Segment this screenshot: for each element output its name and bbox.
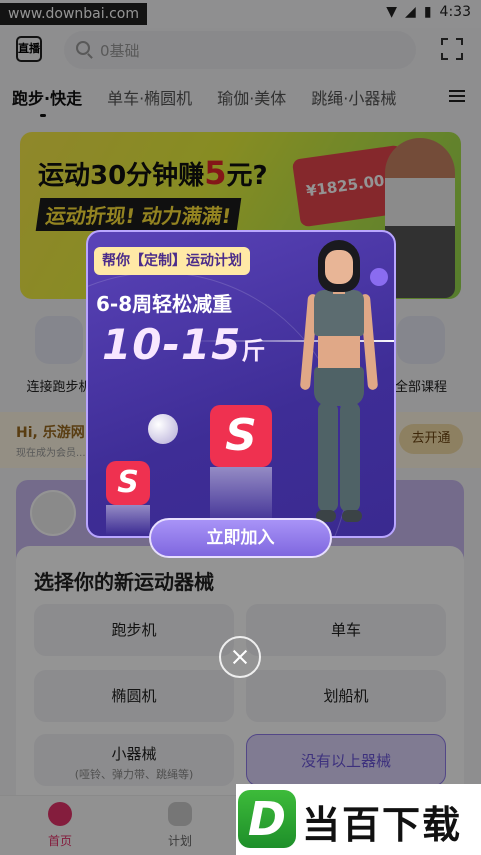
download-site-watermark: D 当百下载 xyxy=(236,784,481,855)
popup-tag: 帮你【定制】运动计划 xyxy=(94,247,250,275)
watermark-text: 当百下载 xyxy=(302,803,463,847)
join-now-button[interactable]: 立即加入 xyxy=(149,518,332,558)
close-icon[interactable] xyxy=(219,636,261,678)
app-logo-icon: S xyxy=(106,461,150,505)
popup-headline: 6-8周轻松减重 xyxy=(96,292,233,316)
watermark-logo-icon: D xyxy=(238,790,296,848)
light-beam xyxy=(106,505,150,535)
promo-popup[interactable]: 帮你【定制】运动计划 6-8周轻松减重 10-15斤 S S xyxy=(86,230,396,538)
fitness-woman-illustration xyxy=(296,236,382,536)
popup-weight-range: 10-15斤 xyxy=(102,320,267,369)
decor-orb xyxy=(148,414,178,444)
app-logo-icon: S xyxy=(210,405,272,467)
